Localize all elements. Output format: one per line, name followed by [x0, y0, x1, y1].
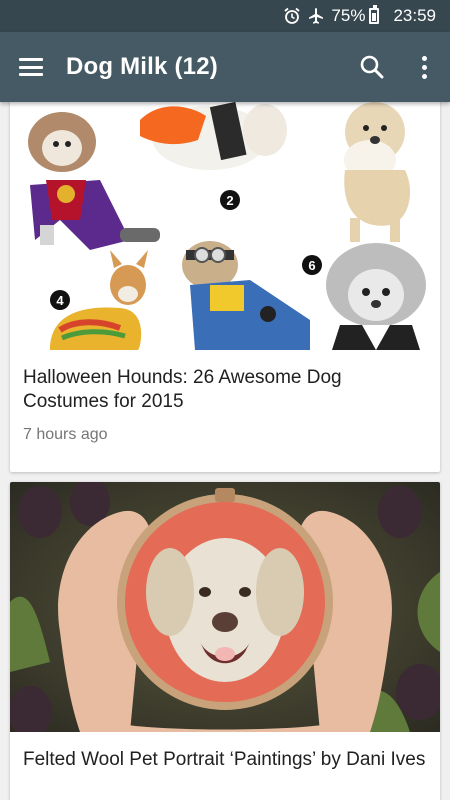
article-timestamp: 7 hours ago [23, 426, 108, 443]
app-bar: Dog Milk (12) [0, 32, 450, 102]
article-feed[interactable]: 2 4 6 Halloween Hounds: 26 Awesome Dog C… [0, 102, 450, 800]
search-icon [360, 55, 384, 79]
status-bar: 75% 23:59 [0, 0, 450, 32]
article-title[interactable]: Halloween Hounds: 26 Awesome Dog Costume… [10, 350, 440, 414]
status-time: 23:59 [393, 6, 436, 25]
article-card[interactable]: 2 4 6 Halloween Hounds: 26 Awesome Dog C… [10, 102, 440, 472]
search-button[interactable] [346, 32, 398, 102]
badge-4: 4 [56, 293, 64, 308]
menu-icon [19, 58, 43, 76]
airplane-icon [307, 7, 325, 25]
battery-percent: 75% [331, 6, 366, 25]
article-thumbnail[interactable] [10, 482, 440, 732]
article-card[interactable]: Felted Wool Pet Portrait ‘Paintings’ by … [10, 482, 440, 800]
menu-button[interactable] [2, 32, 60, 102]
more-options-button[interactable] [398, 32, 450, 102]
badge-6: 6 [308, 258, 315, 273]
battery-icon [369, 5, 380, 24]
badge-2: 2 [226, 193, 233, 208]
article-title[interactable]: Felted Wool Pet Portrait ‘Paintings’ by … [10, 732, 440, 772]
page-title: Dog Milk (12) [66, 53, 218, 80]
alarm-icon [283, 7, 301, 25]
article-thumbnail[interactable]: 2 4 6 [10, 102, 440, 350]
more-vert-icon [421, 55, 427, 79]
